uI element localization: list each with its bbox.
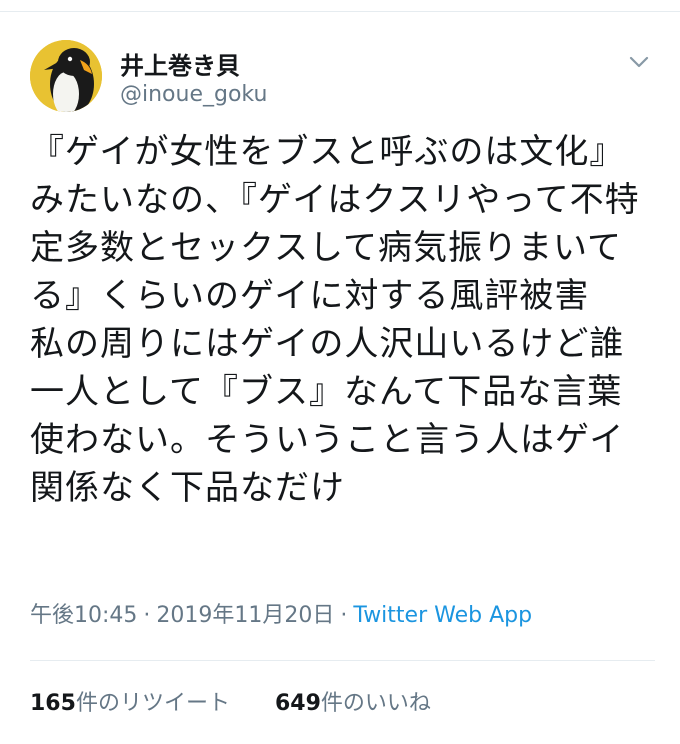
top-divider [0, 0, 680, 12]
retweets-stat[interactable]: 165件のリツイート [30, 688, 230, 720]
tweet-date[interactable]: 2019年11月20日 [156, 603, 334, 628]
stats-divider [30, 660, 655, 661]
retweets-label: 件のリツイート [75, 691, 230, 716]
retweets-count: 165 [30, 691, 76, 716]
tweet-stats: 165件のリツイート 649件のいいね [30, 688, 469, 720]
tweet-meta: 午後10:45 · 2019年11月20日 · Twitter Web App [30, 598, 532, 634]
tweet-time[interactable]: 午後10:45 [30, 603, 137, 628]
penguin-avatar-icon [30, 40, 102, 112]
likes-label: 件のいいね [320, 691, 431, 716]
tweet-source-link[interactable]: Twitter Web App [353, 603, 532, 628]
likes-count: 649 [274, 691, 321, 716]
likes-stat[interactable]: 649件のいいね [275, 688, 431, 720]
author-display-name[interactable]: 井上巻き貝 [120, 46, 240, 81]
chevron-down-icon [629, 56, 649, 68]
author-handle[interactable]: @inoue_goku [120, 82, 267, 107]
tweet-header: 井上巻き貝 @inoue_goku [30, 40, 655, 112]
tweet-menu-button[interactable] [624, 50, 654, 74]
author-avatar[interactable] [30, 40, 102, 112]
meta-separator: · [340, 603, 348, 628]
meta-separator: · [143, 603, 151, 628]
tweet-body-text: 『ゲイが女性をブスと呼ぶのは文化』みたいなの、『ゲイはクスリやって不特定多数とセ… [30, 132, 640, 508]
